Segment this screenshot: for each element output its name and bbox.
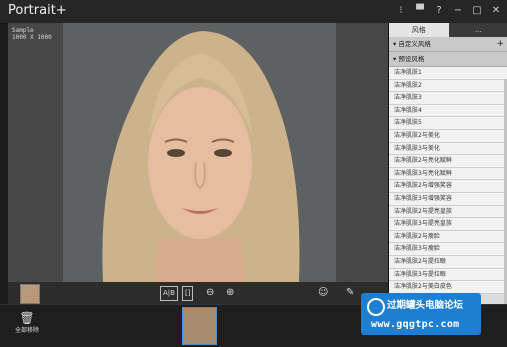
watermark-url: www.gqgtpc.com	[371, 319, 460, 330]
custom-style-label: 自定义风格	[398, 40, 431, 48]
sample-meta: 1000 X 1000	[12, 34, 52, 41]
split-view-button[interactable]: []	[182, 286, 193, 301]
style-item[interactable]: 洁净肌肤2与美白皮色	[389, 281, 507, 294]
style-item[interactable]: 洁净肌肤5	[389, 117, 507, 130]
watermark-name: 过期罐头电脑论坛	[387, 297, 463, 311]
face-detect-icon[interactable]: ☺	[318, 286, 328, 299]
style-panel: 风格 ... ▾ 自定义风格 + ▾ 预设风格 洁净肌肤1 洁净肌肤2 洁净肌肤…	[388, 23, 507, 304]
style-item[interactable]: 洁净肌肤3与提拉眼	[389, 269, 507, 282]
preset-style-label: 预设风格	[398, 55, 424, 63]
close-icon[interactable]: ✕	[491, 5, 501, 17]
style-item[interactable]: 洁净肌肤3与美化	[389, 143, 507, 156]
tab-diy[interactable]: ...	[449, 23, 507, 37]
zoom-out-icon[interactable]: ⊖	[206, 286, 214, 299]
watermark: 过期罐头电脑论坛 www.gqgtpc.com	[361, 293, 481, 335]
chat-icon[interactable]: ▀	[415, 5, 425, 17]
remove-all-label: 全部移除	[12, 325, 42, 334]
add-icon[interactable]: +	[496, 37, 504, 51]
style-item[interactable]: 洁净肌肤2与瘦脸	[389, 231, 507, 244]
style-item[interactable]: 洁净肌肤1	[389, 67, 507, 80]
photo-canvas[interactable]: Sample 1000 X 1000	[8, 23, 388, 282]
compare-button[interactable]: A|B	[160, 286, 178, 301]
portrait-photo	[63, 23, 336, 282]
preset-style-header[interactable]: ▾ 预设风格	[389, 52, 507, 67]
style-item[interactable]: 洁净肌肤4	[389, 105, 507, 118]
style-item[interactable]: 洁净肌肤3与亮化赋鲜	[389, 168, 507, 181]
title-bar: Portrait+ ⁝ ▀ ? − □ ✕	[0, 0, 507, 24]
app-title: Portrait+	[8, 3, 67, 18]
style-item[interactable]: 洁净肌肤2与亮化赋鲜	[389, 155, 507, 168]
tab-styles[interactable]: 风格	[389, 23, 449, 37]
window-controls: ⁝ ▀ ? − □ ✕	[396, 5, 501, 17]
remove-all-button[interactable]: 🗑 全部移除	[12, 311, 42, 334]
sample-label: Sample	[12, 27, 52, 34]
maximize-icon[interactable]: □	[472, 5, 482, 17]
custom-style-header[interactable]: ▾ 自定义风格 +	[389, 37, 507, 52]
settings-icon[interactable]: ⁝	[396, 5, 406, 17]
style-item[interactable]: 洁净肌肤3与增强笑容	[389, 193, 507, 206]
trash-icon: 🗑	[12, 311, 42, 325]
zoom-in-icon[interactable]: ⊕	[226, 286, 234, 299]
style-item[interactable]: 洁净肌肤2	[389, 80, 507, 93]
preset-style-list: 洁净肌肤1 洁净肌肤2 洁净肌肤3 洁净肌肤4 洁净肌肤5 洁净肌肤2与美化 洁…	[389, 67, 507, 294]
minimize-icon[interactable]: −	[453, 5, 463, 17]
image-toolbar: A|B [] ⊖ ⊕ ☺ ✎	[8, 282, 388, 304]
style-item[interactable]: 洁净肌肤3	[389, 92, 507, 105]
style-item[interactable]: 洁净肌肤2与美化	[389, 130, 507, 143]
style-item[interactable]: 洁净肌肤3与瘦脸	[389, 243, 507, 256]
face-thumbnail[interactable]	[20, 284, 40, 304]
style-item[interactable]: 洁净肌肤2与增强笑容	[389, 180, 507, 193]
help-icon[interactable]: ?	[434, 5, 444, 17]
watermark-logo-icon	[367, 298, 385, 316]
style-item[interactable]: 洁净肌肤3与提亮皇族	[389, 218, 507, 231]
sample-info: Sample 1000 X 1000	[12, 27, 52, 41]
filmstrip-thumbnail[interactable]	[182, 307, 217, 345]
brush-icon[interactable]: ✎	[346, 286, 354, 299]
panel-tabs: 风格 ...	[389, 23, 507, 37]
style-item[interactable]: 洁净肌肤2与提亮皇族	[389, 206, 507, 219]
style-item[interactable]: 洁净肌肤2与提拉眼	[389, 256, 507, 269]
